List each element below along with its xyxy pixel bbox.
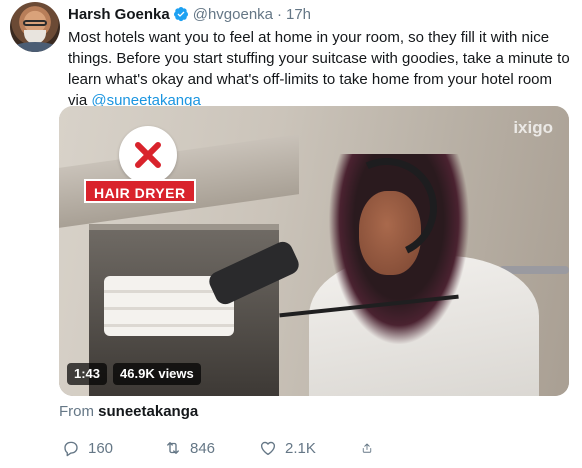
author-name[interactable]: Harsh Goenka <box>68 6 170 23</box>
share-button[interactable] <box>361 439 381 457</box>
retweet-button[interactable]: 846 <box>164 439 259 457</box>
author-handle[interactable]: @hvgoenka <box>193 6 273 23</box>
tweet-text: Most hotels want you to feel at home in … <box>68 27 573 111</box>
video-player[interactable]: HAIR DRYER ixigo 1:43 46.9K views <box>59 106 569 396</box>
video-info-overlay: 1:43 46.9K views <box>67 363 201 385</box>
video-duration: 1:43 <box>67 363 108 385</box>
tweet-actions: 160 846 2.1K <box>62 436 381 460</box>
not-allowed-icon <box>119 126 177 184</box>
retweet-count: 846 <box>190 439 216 457</box>
share-icon <box>362 443 372 453</box>
heart-icon <box>260 441 276 456</box>
video-views: 46.9K views <box>113 363 201 385</box>
x-mark-icon <box>135 142 161 168</box>
tweet: Harsh Goenka @hvgoenka · 17h Most hotels… <box>0 0 582 468</box>
source-link[interactable]: suneetakanga <box>98 403 198 420</box>
timestamp[interactable]: 17h <box>286 6 311 23</box>
item-label-banner: HAIR DRYER <box>84 179 196 203</box>
reply-icon <box>64 441 78 457</box>
retweet-icon <box>167 442 179 454</box>
verified-badge-icon <box>173 7 188 22</box>
source-attribution: From suneetakanga <box>59 403 198 420</box>
avatar[interactable] <box>10 2 60 52</box>
like-button[interactable]: 2.1K <box>259 439 361 457</box>
avatar-glasses <box>23 20 47 26</box>
separator-dot: · <box>277 5 282 23</box>
avatar-shirt <box>10 42 60 52</box>
source-prefix: From <box>59 403 99 420</box>
reply-button[interactable]: 160 <box>62 439 164 457</box>
like-count: 2.1K <box>285 439 316 457</box>
reply-count: 160 <box>88 439 114 457</box>
brand-watermark: ixigo <box>513 118 553 137</box>
tweet-header: Harsh Goenka @hvgoenka · 17h <box>68 4 311 24</box>
